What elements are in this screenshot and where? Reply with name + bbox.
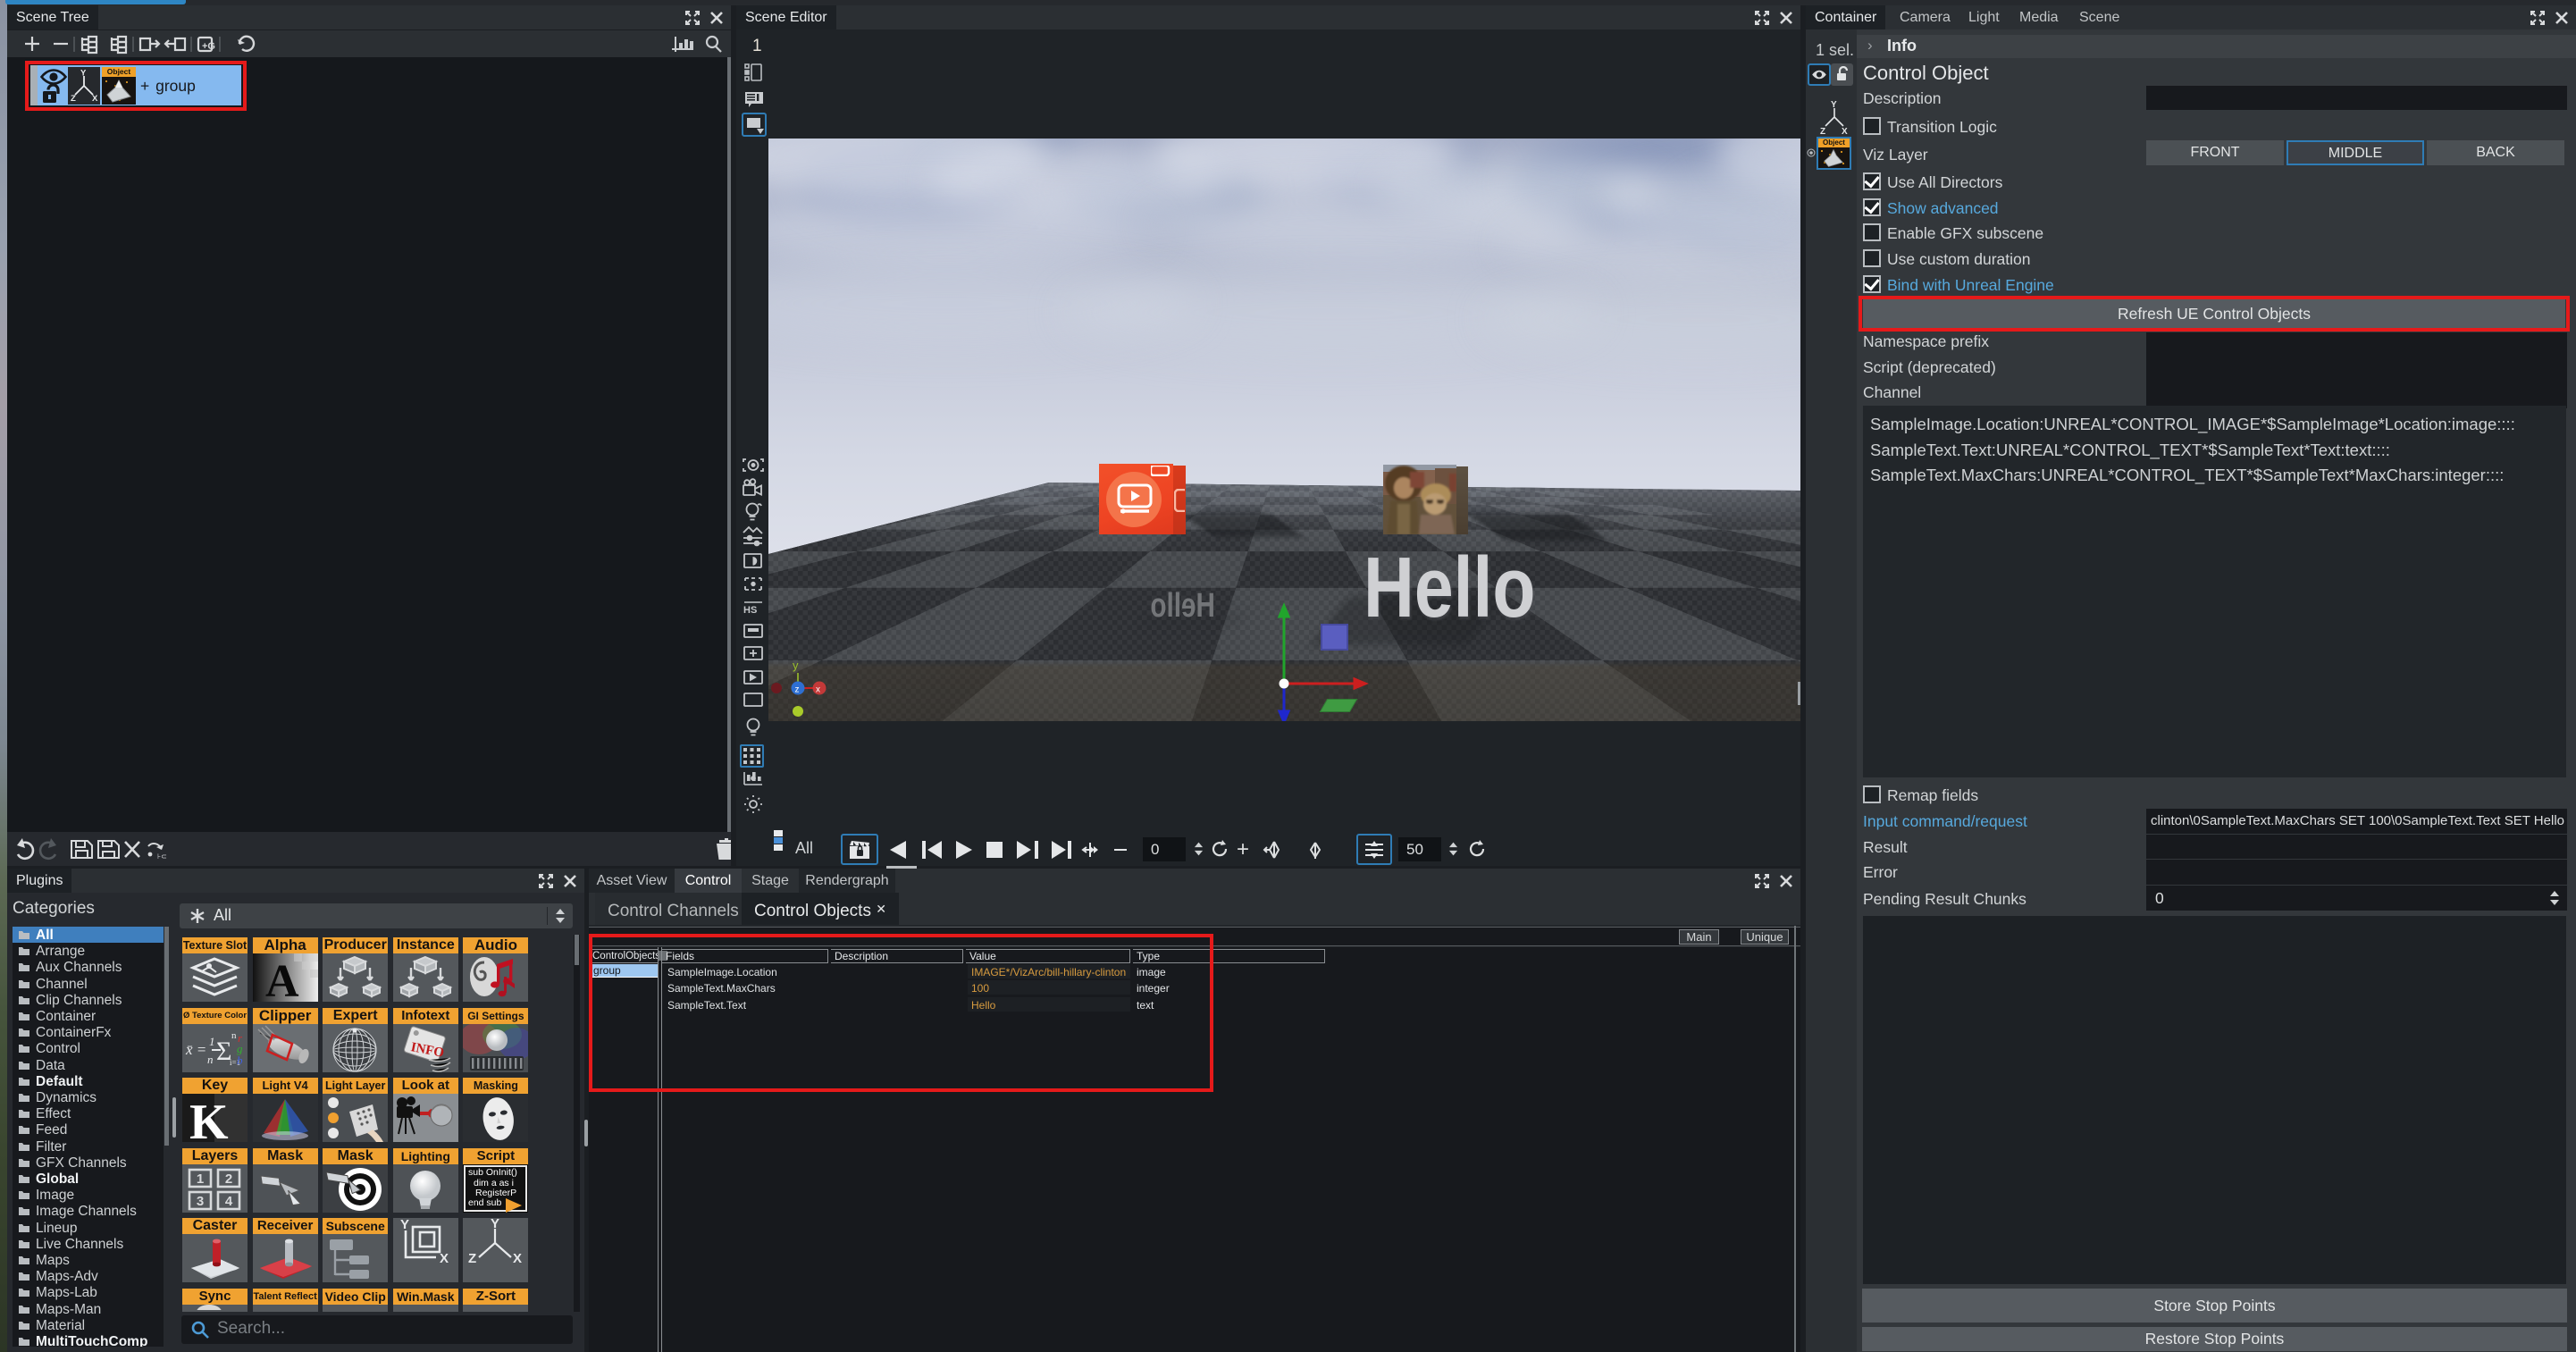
svg-text:sub OnInit(): sub OnInit() <box>468 1167 517 1178</box>
svg-text:1: 1 <box>209 1035 215 1048</box>
svg-text:X: X <box>1842 127 1848 135</box>
svg-text:+G: +G <box>202 41 215 52</box>
svg-text:y: y <box>793 659 799 672</box>
svg-text:Y: Y <box>400 1218 409 1232</box>
svg-text:end sub: end sub <box>468 1197 502 1208</box>
svg-text:z: z <box>795 685 800 695</box>
svg-text:HS: HS <box>743 605 757 616</box>
svg-text:X: X <box>440 1251 449 1266</box>
svg-text:x̄ =: x̄ = <box>185 1041 206 1058</box>
svg-text:n: n <box>231 1030 237 1041</box>
svg-text:b: b <box>237 1054 243 1067</box>
svg-text:x: x <box>816 685 820 695</box>
svg-text:⊦⊂: ⊦⊂ <box>157 852 167 861</box>
svg-text:n: n <box>207 1053 214 1066</box>
svg-text:Z: Z <box>1820 127 1825 135</box>
svg-text:X: X <box>513 1251 522 1266</box>
svg-text:A: A <box>265 956 299 1002</box>
svg-text:Y: Y <box>1831 100 1837 110</box>
svg-text:4: 4 <box>225 1194 233 1209</box>
svg-text:2: 2 <box>225 1171 232 1187</box>
svg-text:Y: Y <box>491 1218 499 1231</box>
svg-text:1: 1 <box>197 1171 204 1187</box>
svg-text:Z: Z <box>468 1251 476 1266</box>
svg-text:3: 3 <box>197 1194 204 1209</box>
